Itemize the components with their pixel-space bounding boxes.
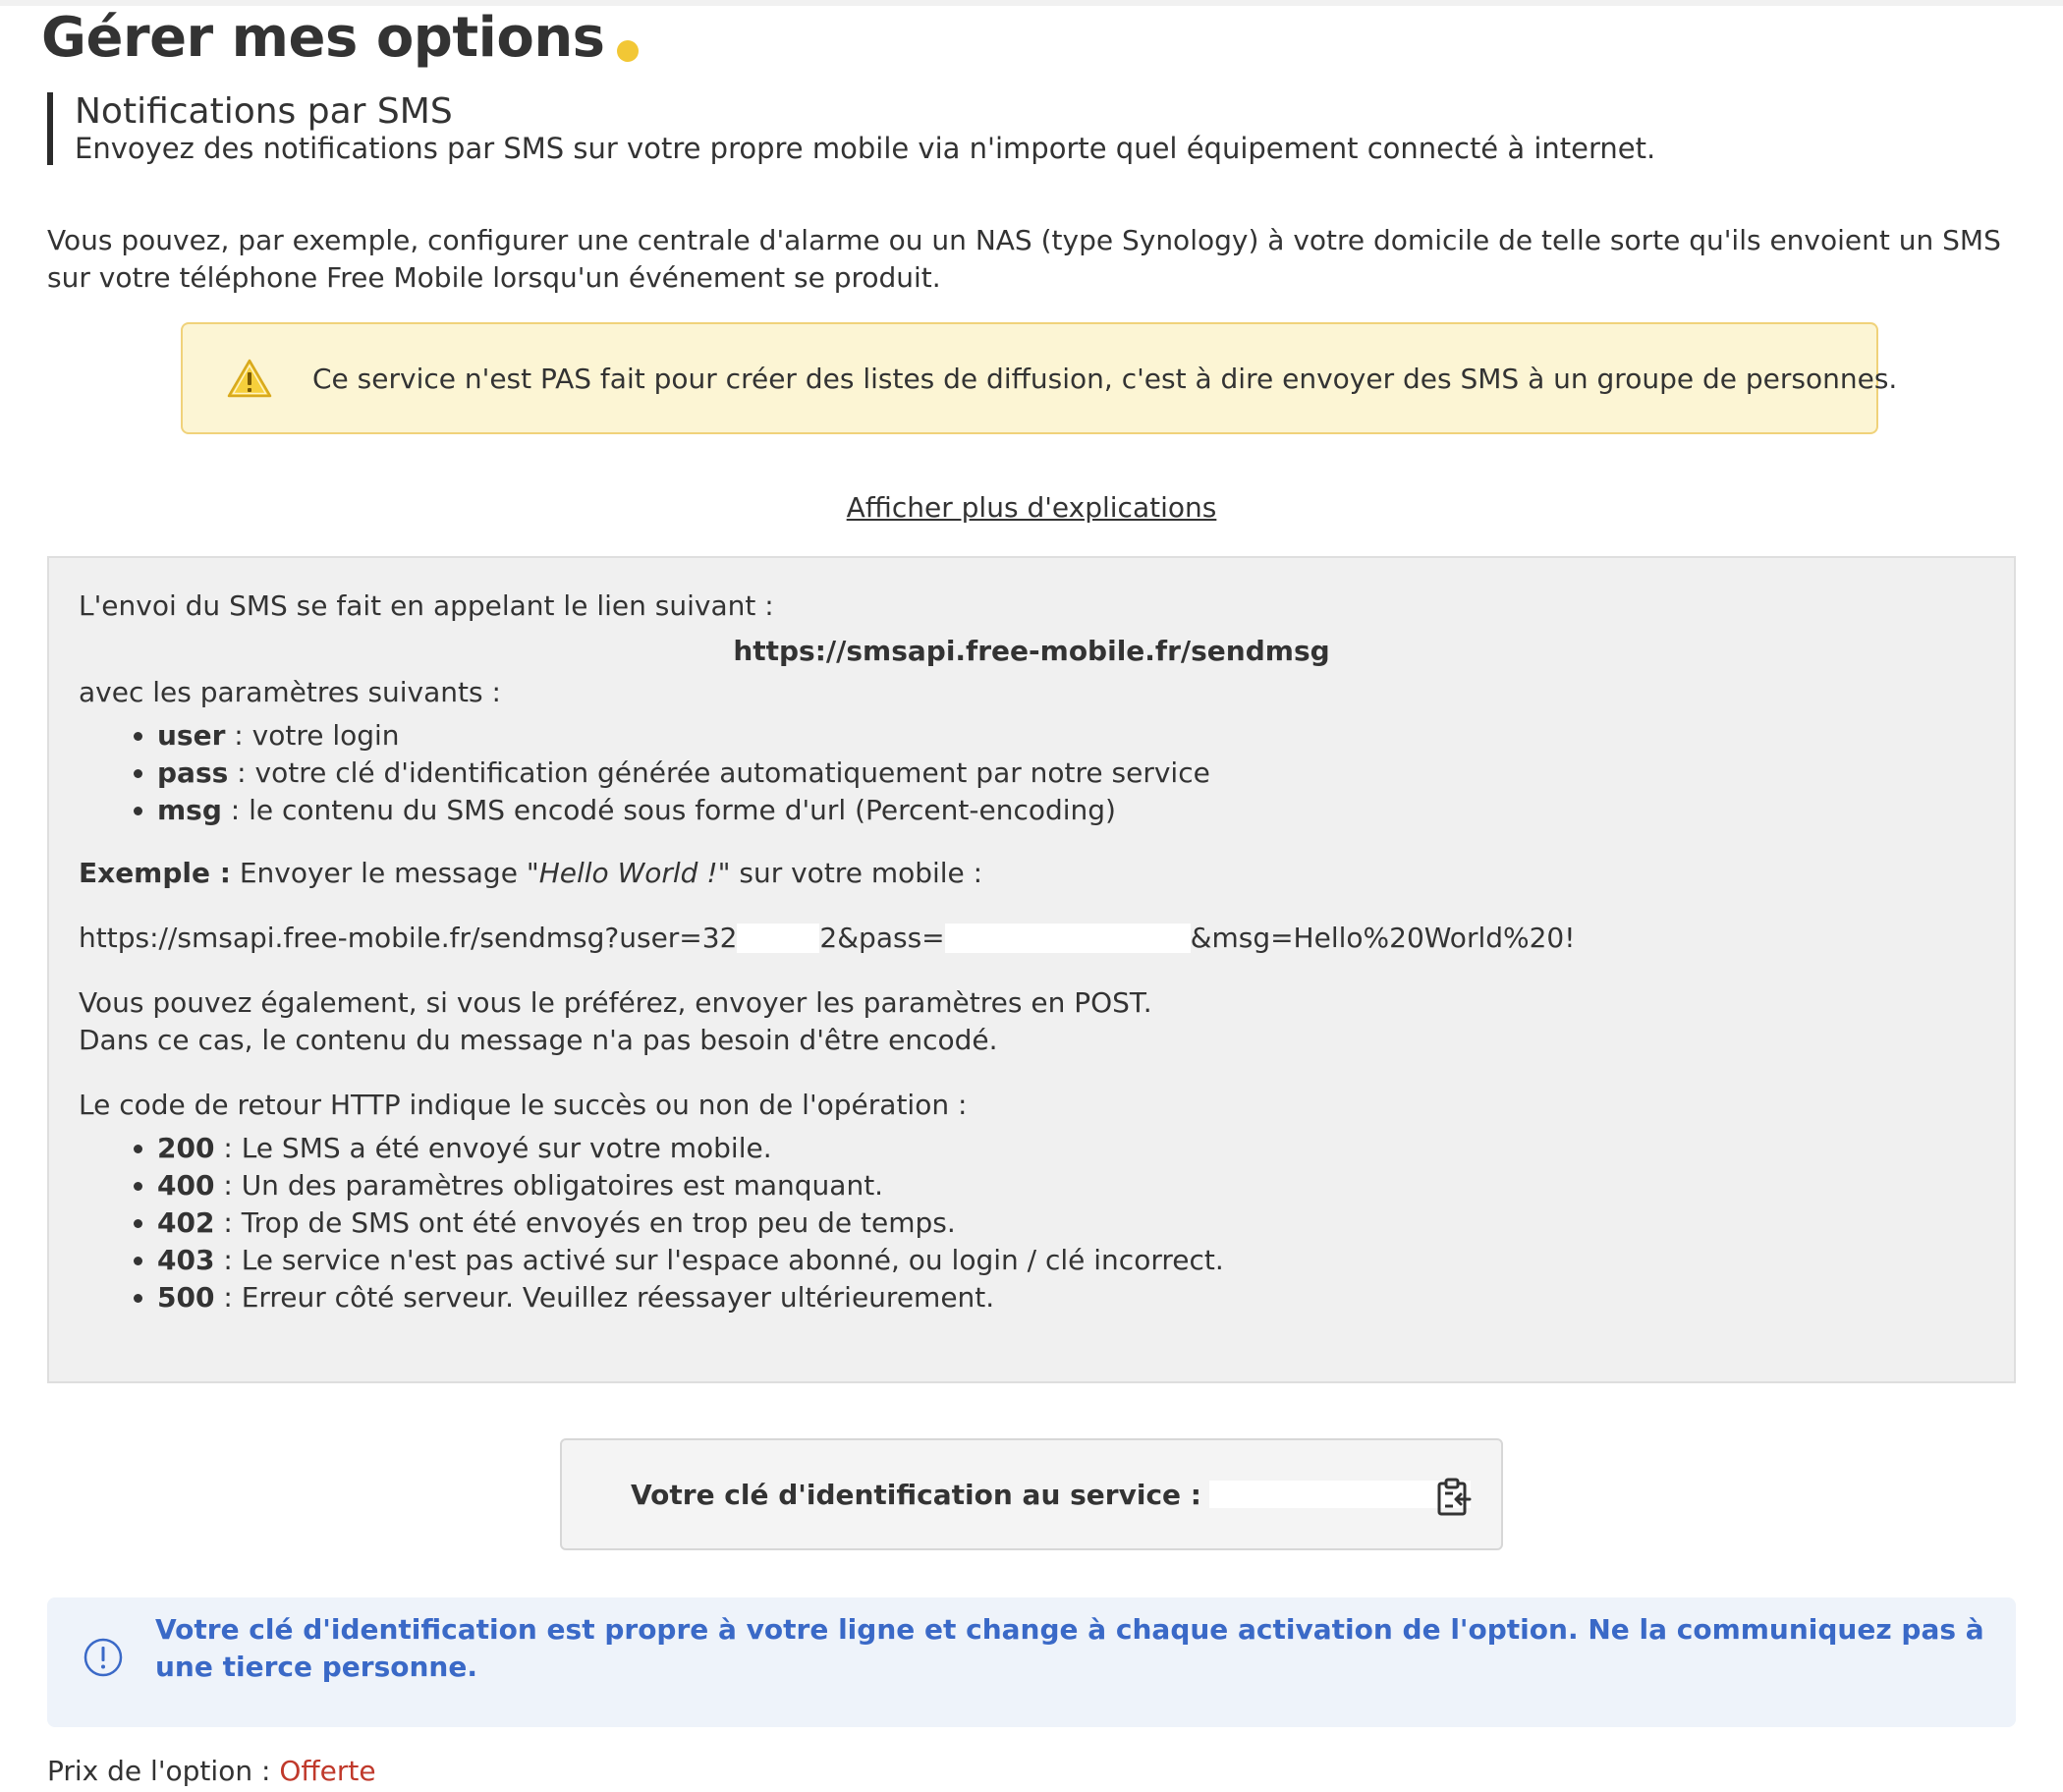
page-title-text: Gérer mes options bbox=[41, 6, 605, 70]
status-code: 500 bbox=[157, 1281, 215, 1314]
example-url-part: 2&pass= bbox=[819, 922, 945, 954]
params-list: user : votre login pass : votre clé d'id… bbox=[79, 717, 1984, 829]
param-desc: : votre clé d'identification générée aut… bbox=[228, 756, 1210, 789]
page-title: Gérer mes options bbox=[41, 6, 639, 70]
example-quote: "Hello World !" bbox=[526, 857, 731, 889]
example-url-part: https://smsapi.free-mobile.fr/sendmsg?us… bbox=[79, 922, 738, 954]
list-item: msg : le contenu du SMS encodé sous form… bbox=[157, 792, 1984, 829]
post-note-line-1: Vous pouvez également, si vous le préfér… bbox=[79, 986, 1152, 1019]
codes-intro: Le code de retour HTTP indique le succès… bbox=[79, 1089, 968, 1121]
api-explanation-panel: L'envoi du SMS se fait en appelant le li… bbox=[47, 556, 2016, 1383]
redacted-key-value[interactable] bbox=[1208, 1481, 1471, 1508]
status-desc: : Un des paramètres obligatoires est man… bbox=[214, 1169, 884, 1202]
info-circle-icon bbox=[84, 1638, 123, 1677]
info-text: Votre clé d'identification est propre à … bbox=[155, 1613, 1984, 1683]
option-price: Prix de l'option : Offerte bbox=[47, 1755, 376, 1787]
example-text: Envoyer le message bbox=[230, 857, 527, 889]
status-code: 200 bbox=[157, 1132, 215, 1164]
section-title: Notifications par SMS bbox=[75, 91, 453, 132]
status-desc: : Le service n'est pas activé sur l'espa… bbox=[214, 1244, 1224, 1276]
section-subtitle: Envoyez des notifications par SMS sur vo… bbox=[75, 132, 1656, 165]
param-desc: : le contenu du SMS encodé sous forme d'… bbox=[221, 794, 1116, 826]
status-desc: : Le SMS a été envoyé sur votre mobile. bbox=[214, 1132, 772, 1164]
status-code: 402 bbox=[157, 1206, 215, 1239]
warning-text: Ce service n'est PAS fait pour créer des… bbox=[312, 362, 1898, 395]
status-code: 403 bbox=[157, 1244, 215, 1276]
intro-paragraph: Vous pouvez, par exemple, configurer une… bbox=[47, 224, 2001, 294]
post-note-line-2: Dans ce cas, le contenu du message n'a p… bbox=[79, 1024, 998, 1056]
key-label: Votre clé d'identification au service : bbox=[631, 1478, 1201, 1511]
api-endpoint: https://smsapi.free-mobile.fr/sendmsg bbox=[733, 635, 1330, 667]
price-value: Offerte bbox=[279, 1755, 376, 1787]
param-name: msg bbox=[157, 794, 222, 826]
params-intro: avec les paramètres suivants : bbox=[79, 676, 501, 708]
example-url: https://smsapi.free-mobile.fr/sendmsg?us… bbox=[79, 920, 1984, 957]
example-label: Exemple : bbox=[79, 857, 231, 889]
title-accent-dot bbox=[616, 39, 639, 62]
identification-key-box: Votre clé d'identification au service : bbox=[560, 1438, 1503, 1550]
warning-triangle-icon bbox=[227, 359, 272, 398]
param-name: user bbox=[157, 719, 226, 752]
example-url-part: &msg=Hello%20World%20! bbox=[1190, 922, 1576, 954]
warning-banner: Ce service n'est PAS fait pour créer des… bbox=[181, 322, 1897, 434]
api-intro: L'envoi du SMS se fait en appelant le li… bbox=[79, 589, 774, 622]
status-desc: : Erreur côté serveur. Veuillez réessaye… bbox=[214, 1281, 995, 1314]
clipboard-copy-icon[interactable] bbox=[1436, 1478, 1472, 1517]
param-name: pass bbox=[157, 756, 229, 789]
example-line: Exemple : Envoyer le message "Hello Worl… bbox=[79, 855, 1984, 892]
list-item: 200 : Le SMS a été envoyé sur votre mobi… bbox=[157, 1130, 1984, 1167]
list-item: 400 : Un des paramètres obligatoires est… bbox=[157, 1167, 1984, 1204]
redacted-pass bbox=[944, 924, 1191, 953]
example-text-end: sur votre mobile : bbox=[730, 857, 983, 889]
list-item: 402 : Trop de SMS ont été envoyés en tro… bbox=[157, 1204, 1984, 1242]
list-item: user : votre login bbox=[157, 717, 1984, 755]
list-item: pass : votre clé d'identification généré… bbox=[157, 755, 1984, 792]
param-desc: : votre login bbox=[225, 719, 400, 752]
section-header: Notifications par SMS Envoyez des notifi… bbox=[47, 92, 1941, 165]
list-item: 500 : Erreur côté serveur. Veuillez rées… bbox=[157, 1279, 1984, 1316]
codes-list: 200 : Le SMS a été envoyé sur votre mobi… bbox=[79, 1130, 1984, 1316]
status-desc: : Trop de SMS ont été envoyés en trop pe… bbox=[214, 1206, 956, 1239]
price-label: Prix de l'option : bbox=[47, 1755, 280, 1787]
show-more-explanations-link[interactable]: Afficher plus d'explications bbox=[0, 491, 2063, 524]
list-item: 403 : Le service n'est pas activé sur l'… bbox=[157, 1242, 1984, 1279]
status-code: 400 bbox=[157, 1169, 215, 1202]
info-banner: Votre clé d'identification est propre à … bbox=[47, 1597, 2016, 1727]
redacted-user bbox=[737, 924, 820, 953]
